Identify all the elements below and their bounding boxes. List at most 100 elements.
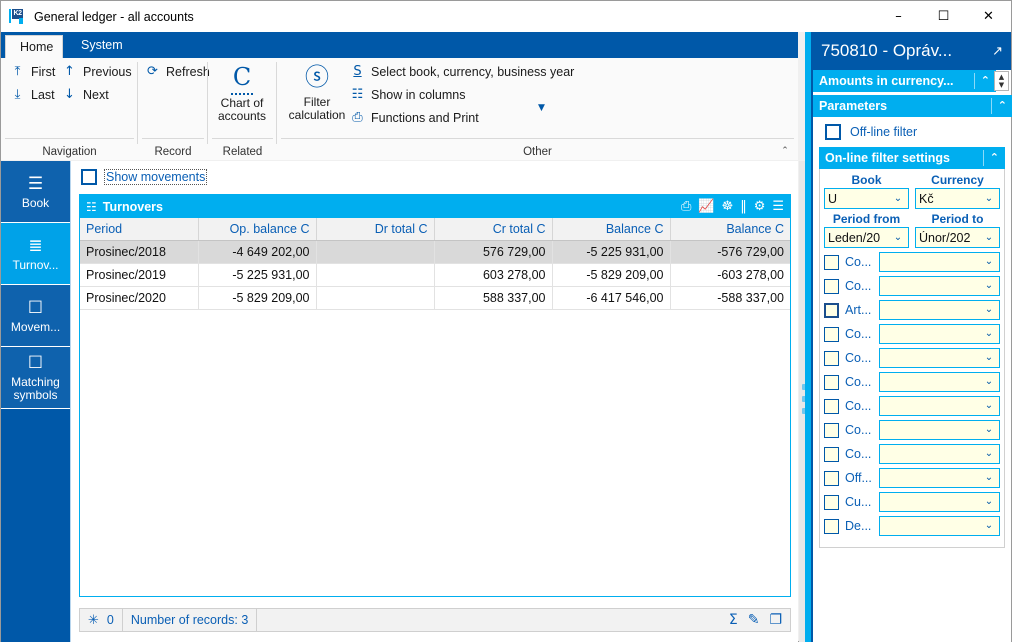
filter-row[interactable]: Cu... ⌄ (824, 492, 1000, 512)
dropdown-icon[interactable]: ⌄ (982, 497, 996, 507)
print-icon[interactable]: ⎙ (681, 199, 691, 214)
show-movements-checkbox[interactable] (81, 169, 97, 185)
ribbon-more-dropdown-icon[interactable]: ▼ (538, 103, 545, 113)
column-header-balance-c-1[interactable]: Balance C (552, 218, 671, 241)
sidebar-item-movements[interactable]: ☐ Movem... (1, 285, 70, 347)
ribbon-last-button[interactable]: ⤓ Last (9, 87, 55, 102)
dropdown-icon[interactable]: ⌄ (982, 305, 996, 315)
filter-row[interactable]: Co... ⌄ (824, 372, 1000, 392)
filter-row-checkbox[interactable] (824, 470, 839, 486)
filter-row[interactable]: De... ⌄ (824, 516, 1000, 536)
filter-row-checkbox[interactable] (824, 350, 839, 366)
spinner-down-icon[interactable]: ▼ (999, 81, 1004, 89)
filter-row-checkbox[interactable] (824, 422, 839, 438)
filter-row-checkbox[interactable] (824, 278, 839, 294)
table-row[interactable]: Prosinec/2019 -5 225 931,00 603 278,00 -… (80, 263, 790, 287)
maximize-button[interactable]: ☐ (921, 1, 966, 32)
menu-icon[interactable]: ☰ (772, 199, 784, 214)
column-header-op-balance-c[interactable]: Op. balance C (198, 218, 317, 241)
filter-row-input[interactable]: ⌄ (879, 300, 1000, 320)
dropdown-icon[interactable]: ⌄ (982, 425, 996, 435)
filter-row-input[interactable]: ⌄ (879, 372, 1000, 392)
sidebar-item-matching-symbols[interactable]: ☐ Matching symbols (1, 347, 70, 409)
filter-row-input[interactable]: ⌄ (879, 420, 1000, 440)
columns-icon[interactable]: ‖ (740, 199, 747, 214)
select-book-currency-button[interactable]: S Select book, currency, business year (349, 64, 574, 79)
column-header-dr-total-c[interactable]: Dr total C (316, 218, 435, 241)
ribbon-previous-button[interactable]: ↑ Previous (61, 64, 132, 79)
filter-row-input[interactable]: ⌄ (879, 396, 1000, 416)
parameters-section[interactable]: Parameters ⌃ (813, 95, 1012, 117)
sidebar-item-book[interactable]: ☰ Book (1, 161, 70, 223)
filter-row-input[interactable]: ⌄ (879, 252, 1000, 272)
ribbon-next-button[interactable]: ↓ Next (61, 87, 109, 102)
show-in-columns-button[interactable]: ☷ Show in columns (349, 87, 466, 102)
filter-row[interactable]: Co... ⌄ (824, 276, 1000, 296)
dropdown-icon[interactable]: ⌄ (982, 193, 996, 204)
filter-row[interactable]: Off... ⌄ (824, 468, 1000, 488)
dropdown-icon[interactable]: ⌄ (982, 232, 996, 243)
dropdown-icon[interactable]: ⌄ (982, 449, 996, 459)
filter-row-input[interactable]: ⌄ (879, 276, 1000, 296)
dropdown-icon[interactable]: ⌄ (982, 329, 996, 339)
filter-row-checkbox[interactable] (824, 302, 839, 318)
filter-row-input[interactable]: ⌄ (879, 516, 1000, 536)
dropdown-icon[interactable]: ⌄ (982, 473, 996, 483)
table-row[interactable]: Prosinec/2020 -5 829 209,00 588 337,00 -… (80, 286, 790, 310)
filter-row-checkbox[interactable] (824, 494, 839, 510)
dropdown-icon[interactable]: ⌄ (982, 401, 996, 411)
filter-row-checkbox[interactable] (824, 518, 839, 534)
dropdown-icon[interactable]: ⌄ (982, 281, 996, 291)
filter-row-checkbox[interactable] (824, 326, 839, 342)
filter-row-checkbox[interactable] (824, 374, 839, 390)
dropdown-icon[interactable]: ⌄ (982, 521, 996, 531)
period-from-input[interactable]: Leden/20 ⌄ (824, 227, 909, 248)
dropdown-icon[interactable]: ⌄ (982, 377, 996, 387)
settings-icon[interactable]: ⚙ (754, 199, 766, 214)
functions-and-print-button[interactable]: ⎙ Functions and Print (349, 110, 478, 125)
ribbon-collapse-icon[interactable]: ⌃ (777, 143, 793, 159)
show-movements-row[interactable]: Show movements (81, 169, 208, 185)
filter-row-checkbox[interactable] (824, 446, 839, 462)
chevron-up-icon[interactable]: ⌃ (990, 98, 1012, 114)
filter-row-input[interactable]: ⌄ (879, 492, 1000, 512)
table-row[interactable]: Prosinec/2018 -4 649 202,00 576 729,00 -… (80, 240, 790, 264)
filter-row-checkbox[interactable] (824, 398, 839, 414)
minimize-button[interactable]: – (876, 1, 921, 32)
dropdown-icon[interactable]: ⌄ (891, 193, 905, 204)
dropdown-icon[interactable]: ⌄ (982, 257, 996, 267)
column-header-cr-total-c[interactable]: Cr total C (434, 218, 553, 241)
column-header-period[interactable]: Period (80, 218, 199, 241)
filter-row[interactable]: Co... ⌄ (824, 348, 1000, 368)
ribbon-first-button[interactable]: ⤒ First (9, 64, 56, 79)
filter-row[interactable]: Co... ⌄ (824, 444, 1000, 464)
offline-filter-checkbox[interactable] (825, 124, 841, 140)
filter-row-input[interactable]: ⌄ (879, 324, 1000, 344)
filter-row[interactable]: Co... ⌄ (824, 252, 1000, 272)
group-icon[interactable]: ☸ (722, 199, 734, 214)
tab-system[interactable]: System (67, 32, 137, 58)
dropdown-icon[interactable]: ⌄ (982, 353, 996, 363)
chevron-up-icon[interactable]: ⌃ (973, 73, 996, 89)
filter-row[interactable]: Co... ⌄ (824, 420, 1000, 440)
panel-spinner[interactable]: ▲ ▼ (994, 71, 1009, 91)
ribbon-refresh-button[interactable]: ⟳ Refresh (144, 64, 210, 79)
close-button[interactable]: ✕ (966, 1, 1011, 32)
filter-row[interactable]: Co... ⌄ (824, 396, 1000, 416)
filter-row-input[interactable]: ⌄ (879, 348, 1000, 368)
filter-calculation-button[interactable]: ⓢ Filter calculation (279, 62, 355, 122)
filter-row[interactable]: Co... ⌄ (824, 324, 1000, 344)
chart-of-accounts-button[interactable]: C Chart of accounts (208, 62, 276, 123)
spinner-up-icon[interactable]: ▲ (999, 73, 1004, 81)
amounts-in-currency-section[interactable]: Amounts in currency... ⌃ (813, 70, 996, 92)
filter-row-input[interactable]: ⌄ (879, 444, 1000, 464)
period-to-input[interactable]: Únor/202 ⌄ (915, 227, 1000, 248)
sum-icon[interactable]: Σ (729, 612, 738, 628)
open-external-icon[interactable]: ↗ (992, 44, 1003, 59)
filter-row-checkbox[interactable] (824, 254, 839, 270)
online-filter-settings-section[interactable]: On-line filter settings ⌃ (819, 147, 1005, 169)
edit-icon[interactable]: ✎ (748, 612, 760, 628)
copy-icon[interactable]: ❐ (769, 612, 782, 628)
filter-row-input[interactable]: ⌄ (879, 468, 1000, 488)
column-header-balance-c-2[interactable]: Balance C (670, 218, 790, 241)
